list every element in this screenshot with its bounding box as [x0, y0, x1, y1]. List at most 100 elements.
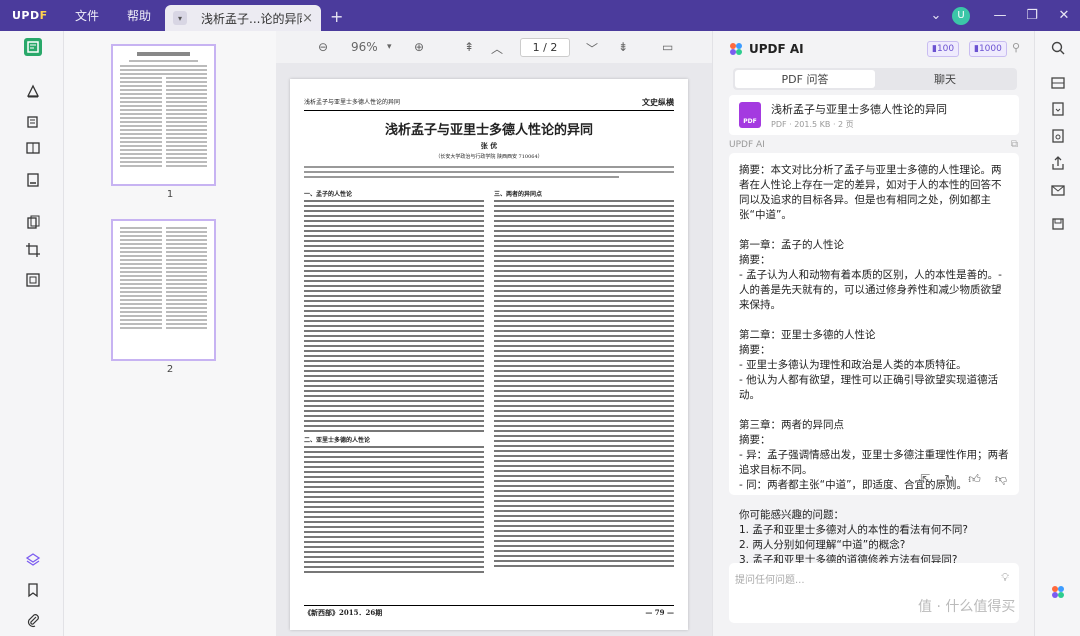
app-logo: UPDF	[12, 9, 48, 22]
answer-line: 第一章：孟子的人性论	[739, 239, 844, 251]
lock-icon[interactable]: ⚲	[1012, 41, 1020, 54]
presentation-icon[interactable]: ▭	[662, 40, 673, 54]
previous-page-icon[interactable]: ︿	[491, 40, 503, 57]
crop-icon[interactable]	[24, 241, 42, 259]
section-heading-3: 三、两者的异同点	[494, 191, 543, 198]
thumbs-up-icon[interactable]: 👍︎	[968, 472, 981, 487]
section-heading-2: 二、亚里士多德的人性论	[304, 437, 371, 444]
updf-ai-icon[interactable]	[1050, 584, 1066, 600]
title-bar: UPDF 文件 帮助 ▾ 浅析孟子...论的异同 × + ⌄ U — ❐ ✕	[0, 0, 1080, 31]
tab-chat[interactable]: 聊天	[875, 70, 1015, 88]
pdf-file-icon: PDF	[739, 102, 761, 128]
zoom-in-icon[interactable]: ⊕	[414, 40, 424, 54]
thumbs-down-icon[interactable]: 👎︎	[995, 472, 1007, 487]
form-icon[interactable]	[24, 139, 42, 157]
prompt-suggestion-icon[interactable]: 💡︎	[1001, 571, 1009, 585]
reader-mode-icon[interactable]	[24, 38, 42, 56]
answer-line: 你可能感兴趣的问题：	[739, 509, 844, 521]
zoom-out-icon[interactable]: ⊖	[318, 40, 328, 54]
ai-header: UPDF AI ▮ 100 ▮ 1000 ⚲	[729, 39, 1029, 59]
copy-icon[interactable]: ⧉	[1011, 139, 1018, 150]
suggested-question[interactable]: 2. 两人分别如何理解“中道”的概念?	[739, 538, 1009, 553]
attachment-icon[interactable]	[24, 611, 42, 629]
document-affiliation: （长安大学政治与行政学院 陕西西安 710064）	[435, 154, 543, 160]
watermark: 值 · 什么值得买	[918, 599, 1016, 615]
left-toolbar	[0, 31, 64, 636]
answer-line: - 孟子认为人和动物有着本质的区别，人的本性是善的。- 人的善是先天就有的，可以…	[739, 269, 1002, 311]
fill-sign-icon[interactable]	[24, 171, 42, 189]
tab-label: 浅析孟子...论的异同	[201, 11, 303, 26]
tab-dropdown-icon[interactable]: ▾	[173, 11, 187, 25]
credit-badge-2[interactable]: ▮ 1000	[969, 41, 1007, 57]
document-viewer[interactable]: 浅析孟子与亚里士多德人性论的异同 文史纵横 浅析孟子与亚里士多德人性论的异同 张…	[276, 63, 712, 636]
running-head-left: 浅析孟子与亚里士多德人性论的异同	[304, 99, 401, 106]
thumbnail-panel: 1 2	[64, 31, 276, 636]
ocr-icon[interactable]	[24, 271, 42, 289]
tab-close-icon[interactable]: ×	[302, 11, 313, 26]
email-icon[interactable]	[1050, 182, 1066, 198]
save-icon[interactable]	[1050, 216, 1066, 232]
file-info: PDF · 201.5 KB · 2 页	[771, 119, 854, 129]
next-page-icon[interactable]: ﹀	[586, 40, 598, 57]
answer-line: - 他认为人都有欲望，理性可以正确引导欲望实现道德活动。	[739, 374, 999, 401]
thumbnail-page-1[interactable]	[111, 44, 216, 186]
thumbnail-page-2[interactable]	[111, 219, 216, 361]
document-tab[interactable]: ▾ 浅析孟子...论的异同 ×	[165, 5, 321, 31]
suggested-question[interactable]: 1. 孟子和亚里士多德对人的本性的看法有何不同?	[739, 523, 1009, 538]
answer-line: 摘要：	[739, 434, 771, 446]
export-icon[interactable]: ⇱	[920, 472, 930, 486]
answer-actions: ⇱ ↻ 👍︎ 👎︎	[729, 467, 1019, 491]
organize-pages-icon[interactable]	[24, 214, 42, 232]
regenerate-icon[interactable]: ↻	[944, 472, 954, 486]
viewer-toolbar: ⊖ 96% ▾ ⊕ ⇞ ︿ 1 / 2 ﹀ ⇟ ▭	[276, 31, 712, 63]
page-number-input[interactable]: 1 / 2	[520, 38, 570, 57]
credit-count-2: 1000	[978, 44, 1002, 54]
tab-pdf-qa[interactable]: PDF 问答	[735, 70, 875, 88]
avatar[interactable]: U	[952, 6, 970, 25]
minimize-icon[interactable]: —	[984, 8, 1016, 23]
zoom-level[interactable]: 96%	[351, 40, 378, 54]
file-name: 浅析孟子与亚里士多德人性论的异同	[771, 102, 947, 116]
protect-icon[interactable]	[1050, 128, 1066, 144]
ai-panel: UPDF AI ▮ 100 ▮ 1000 ⚲ PDF 问答 聊天 PDF 浅析孟…	[712, 31, 1034, 636]
footer-page-number: — 79 —	[645, 608, 674, 617]
abstract-block	[304, 166, 674, 178]
edit-pdf-icon[interactable]	[24, 113, 42, 131]
updf-ai-logo-icon	[730, 43, 742, 55]
answer-line: 第二章：亚里士多德的人性论	[739, 329, 876, 341]
zoom-dropdown-icon[interactable]: ▾	[387, 42, 392, 52]
close-window-icon[interactable]: ✕	[1048, 8, 1080, 23]
ai-response-label: UPDF AI	[729, 140, 765, 150]
credit-badge-1[interactable]: ▮ 100	[927, 41, 960, 57]
footer-journal: 《新西部》2015．26期	[304, 608, 383, 617]
last-page-icon[interactable]: ⇟	[618, 40, 628, 54]
bookmark-icon[interactable]	[24, 581, 42, 599]
chevron-down-icon[interactable]: ⌄	[920, 8, 952, 23]
running-head-right: 文史纵横	[642, 97, 674, 107]
menu-file[interactable]: 文件	[75, 7, 99, 24]
ocr-scan-icon[interactable]	[1050, 75, 1066, 91]
answer-line: 摘要：	[739, 254, 771, 266]
search-icon[interactable]	[1050, 40, 1066, 56]
answer-line: 第三章：两者的异同点	[739, 419, 844, 431]
running-head: 浅析孟子与亚里士多德人性论的异同 文史纵横	[304, 97, 674, 111]
first-page-icon[interactable]: ⇞	[464, 40, 474, 54]
share-icon[interactable]	[1050, 155, 1066, 171]
thumbnail-number-2: 2	[166, 364, 174, 375]
document-author: 张 优	[480, 141, 498, 150]
convert-icon[interactable]	[1050, 101, 1066, 117]
credit-count-1: 100	[936, 44, 955, 54]
comment-icon[interactable]	[24, 82, 42, 100]
answer-line: 摘要：	[739, 344, 771, 356]
ask-placeholder: 提问任何问题...	[735, 575, 805, 586]
file-card[interactable]: PDF 浅析孟子与亚里士多德人性论的异同 PDF · 201.5 KB · 2 …	[729, 95, 1019, 135]
restore-icon[interactable]: ❐	[1016, 8, 1048, 23]
document-title: 浅析孟子与亚里士多德人性论的异同	[384, 123, 593, 138]
answer-line: 摘要：本文对比分析了孟子与亚里士多德的人性理论。两者在人性论上存在一定的差异，如…	[739, 164, 1002, 221]
menu-help[interactable]: 帮助	[127, 7, 151, 24]
ai-title: UPDF AI	[749, 42, 804, 56]
body-columns: 一、孟子的人性论 二、亚里士多德的人性论 三、两者的异同点	[304, 186, 674, 576]
new-tab-button[interactable]: +	[330, 7, 343, 26]
ai-answer: 摘要：本文对比分析了孟子与亚里士多德的人性理论。两者在人性论上存在一定的差异，如…	[729, 153, 1019, 566]
layers-icon[interactable]	[24, 551, 42, 569]
